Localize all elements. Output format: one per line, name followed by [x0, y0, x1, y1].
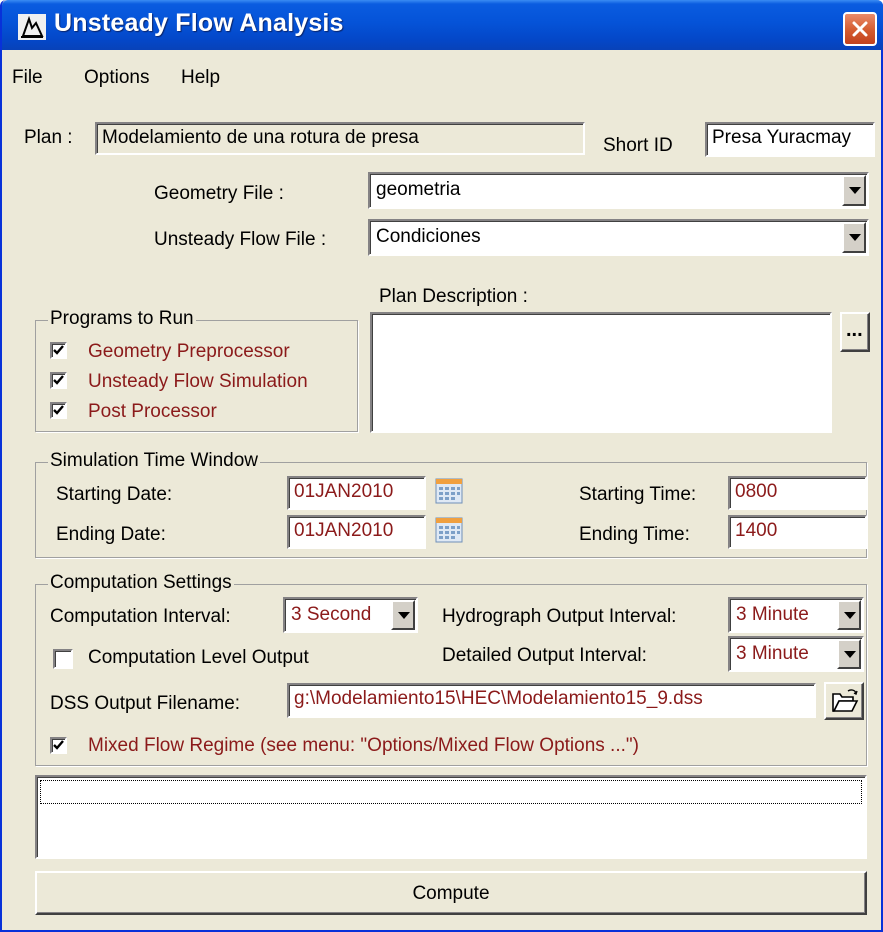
starting-time-field[interactable]: 0800 [728, 476, 867, 510]
checkmark-icon [53, 405, 64, 415]
chevron-down-icon [849, 234, 861, 241]
unsteady-flow-file-value: Condiciones [376, 226, 481, 247]
ending-time-field[interactable]: 1400 [728, 515, 867, 549]
computation-messages-box[interactable] [35, 775, 867, 859]
geometry-dropdown-button[interactable] [842, 175, 866, 206]
starting-date-label: Starting Date: [56, 484, 173, 505]
computation-interval-label: Computation Interval: [50, 606, 231, 627]
checkmark-icon [53, 375, 64, 385]
unsteady-flow-simulation-label: Unsteady Flow Simulation [88, 371, 308, 392]
menu-options[interactable]: Options [84, 67, 149, 89]
mixed-flow-regime-label: Mixed Flow Regime (see menu: "Options/Mi… [88, 735, 639, 756]
menu-bar: File Options Help [2, 52, 881, 98]
detailed-output-interval-select[interactable]: 3 Minute [728, 636, 864, 672]
menu-help[interactable]: Help [181, 67, 220, 89]
detailed-output-interval-value: 3 Minute [736, 643, 809, 664]
title-bar[interactable]: Unsteady Flow Analysis [2, 0, 883, 50]
compute-button[interactable]: Compute [35, 871, 867, 915]
plan-description-label: Plan Description : [379, 286, 528, 307]
chevron-down-icon [844, 651, 856, 658]
detailed-dropdown-button[interactable] [837, 639, 861, 669]
ending-date-calendar-button[interactable] [430, 514, 468, 547]
computation-settings-title: Computation Settings [48, 572, 234, 594]
mixed-flow-regime-checkbox[interactable] [50, 737, 67, 754]
chevron-down-icon [849, 187, 861, 194]
close-button[interactable] [843, 12, 877, 46]
plan-title-field: Modelamiento de una rotura de presa [95, 122, 585, 155]
short-id-field[interactable]: Presa Yuracmay [705, 122, 875, 157]
geometry-file-select[interactable]: geometria [368, 172, 869, 209]
short-id-label: Short ID [603, 135, 673, 156]
geometry-file-label: Geometry File : [154, 183, 284, 204]
geometry-preprocessor-label: Geometry Preprocessor [88, 341, 290, 362]
programs-to-run-title: Programs to Run [48, 308, 196, 330]
unsteady-flow-file-label: Unsteady Flow File : [154, 229, 327, 250]
post-processor-checkbox[interactable] [50, 402, 67, 419]
ending-date-field[interactable]: 01JAN2010 [287, 515, 426, 549]
unsteady-flow-simulation-checkbox[interactable] [50, 372, 67, 389]
geometry-file-value: geometria [376, 179, 461, 200]
close-icon [852, 21, 868, 37]
starting-date-calendar-button[interactable] [430, 475, 468, 508]
ellipsis-label: ... [846, 319, 863, 341]
hec-ras-app-icon [18, 14, 46, 40]
chevron-down-icon [844, 612, 856, 619]
detailed-output-interval-label: Detailed Output Interval: [442, 645, 647, 666]
hydrograph-output-interval-label: Hydrograph Output Interval: [442, 606, 677, 627]
menu-file[interactable]: File [12, 67, 43, 89]
hydrograph-output-interval-value: 3 Minute [736, 604, 809, 625]
computation-level-output-checkbox[interactable] [53, 649, 73, 669]
unsteady-dropdown-button[interactable] [842, 222, 866, 253]
ending-date-label: Ending Date: [56, 524, 166, 545]
window-title: Unsteady Flow Analysis [54, 9, 344, 37]
dss-output-filename-label: DSS Output Filename: [50, 693, 241, 714]
ending-time-label: Ending Time: [579, 524, 690, 545]
calendar-icon [435, 517, 463, 543]
checkmark-icon [53, 345, 64, 355]
post-processor-label: Post Processor [88, 401, 217, 422]
hydrograph-output-interval-select[interactable]: 3 Minute [728, 597, 864, 633]
starting-date-field[interactable]: 01JAN2010 [287, 476, 426, 510]
geometry-preprocessor-checkbox[interactable] [50, 342, 67, 359]
computation-level-output-label: Computation Level Output [88, 647, 309, 668]
computation-interval-select[interactable]: 3 Second [283, 597, 418, 633]
hydrograph-dropdown-button[interactable] [837, 600, 861, 630]
focus-indicator [40, 780, 862, 804]
plan-description-browse-button[interactable]: ... [840, 312, 870, 352]
open-folder-icon [832, 689, 859, 712]
dss-output-filename-field[interactable]: g:\Modelamiento15\HEC\Modelamiento15_9.d… [287, 683, 816, 718]
computation-interval-value: 3 Second [291, 604, 372, 625]
plan-description-textarea[interactable] [370, 312, 832, 433]
checkmark-icon [53, 740, 64, 750]
simulation-time-window-title: Simulation Time Window [48, 450, 261, 472]
calendar-icon [435, 478, 463, 504]
chevron-down-icon [398, 612, 410, 619]
unsteady-flow-file-select[interactable]: Condiciones [368, 219, 869, 256]
computation-interval-dropdown-button[interactable] [391, 600, 415, 630]
starting-time-label: Starting Time: [579, 484, 697, 505]
dss-browse-button[interactable] [824, 682, 864, 720]
plan-label: Plan : [24, 127, 73, 148]
compute-button-label: Compute [412, 883, 490, 904]
unsteady-flow-window: Unsteady Flow Analysis File Options Help… [0, 0, 883, 932]
